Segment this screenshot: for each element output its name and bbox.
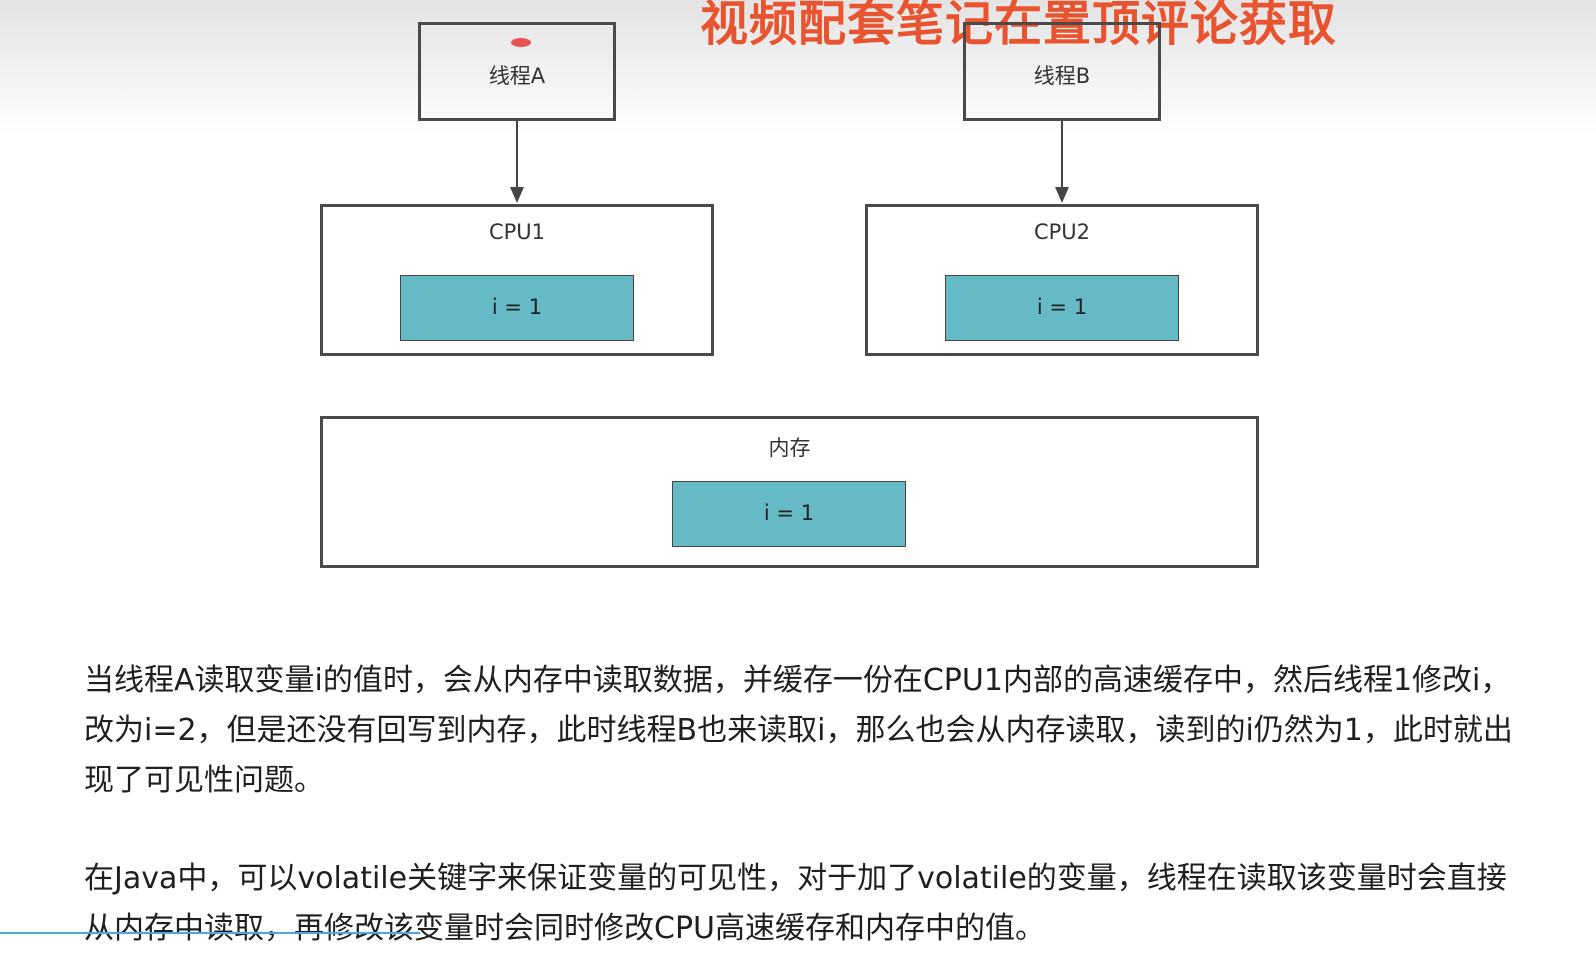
thread-b-label: 线程B — [1033, 64, 1091, 88]
arrow-head-b — [1055, 187, 1069, 203]
watermark-logo — [1480, 2, 1560, 42]
explanation-paragraph-2: 在Java中，可以volatile关键字来保证变量的可见性，对于加了volati… — [84, 861, 1507, 946]
progress-line — [0, 932, 420, 934]
cpu2-cache-cell: i = 1 — [945, 275, 1179, 341]
cpu2-cache-value: i = 1 — [1036, 295, 1088, 319]
memory-label: 内存 — [768, 436, 811, 460]
thread-b-box: 线程B — [963, 22, 1161, 121]
explanation-paragraph-1: 当线程A读取变量i的值时，会从内存中读取数据，并缓存一份在CPU1内部的高速缓存… — [84, 663, 1513, 798]
arrow-b-to-cpu2 — [1061, 121, 1063, 189]
memory-value-cell: i = 1 — [672, 481, 906, 547]
arrow-a-to-cpu1 — [516, 121, 518, 189]
cpu2-label: CPU2 — [1033, 220, 1091, 244]
thread-a-label: 线程A — [488, 64, 546, 88]
cpu1-cache-value: i = 1 — [491, 295, 543, 319]
cpu1-cache-cell: i = 1 — [400, 275, 634, 341]
cpu1-label: CPU1 — [488, 220, 546, 244]
memory-value: i = 1 — [763, 501, 815, 525]
thread-a-box: 线程A — [418, 22, 616, 121]
arrow-head-a — [510, 187, 524, 203]
cursor-dot — [511, 38, 531, 47]
